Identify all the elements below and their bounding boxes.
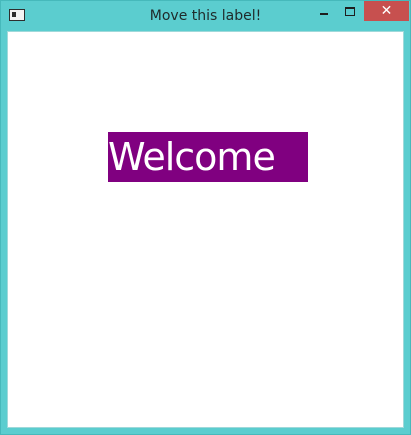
maximize-button[interactable]	[337, 1, 363, 21]
title-bar[interactable]: Move this label! ✕	[1, 1, 410, 31]
window-client-area: Welcome	[7, 31, 404, 428]
minimize-button[interactable]	[311, 1, 337, 21]
welcome-label[interactable]: Welcome	[108, 132, 308, 182]
minimize-icon	[320, 13, 328, 15]
app-window: Move this label! ✕ Welcome	[0, 0, 411, 435]
close-icon: ✕	[380, 3, 393, 19]
maximize-icon	[345, 7, 355, 16]
close-button[interactable]: ✕	[364, 1, 409, 21]
